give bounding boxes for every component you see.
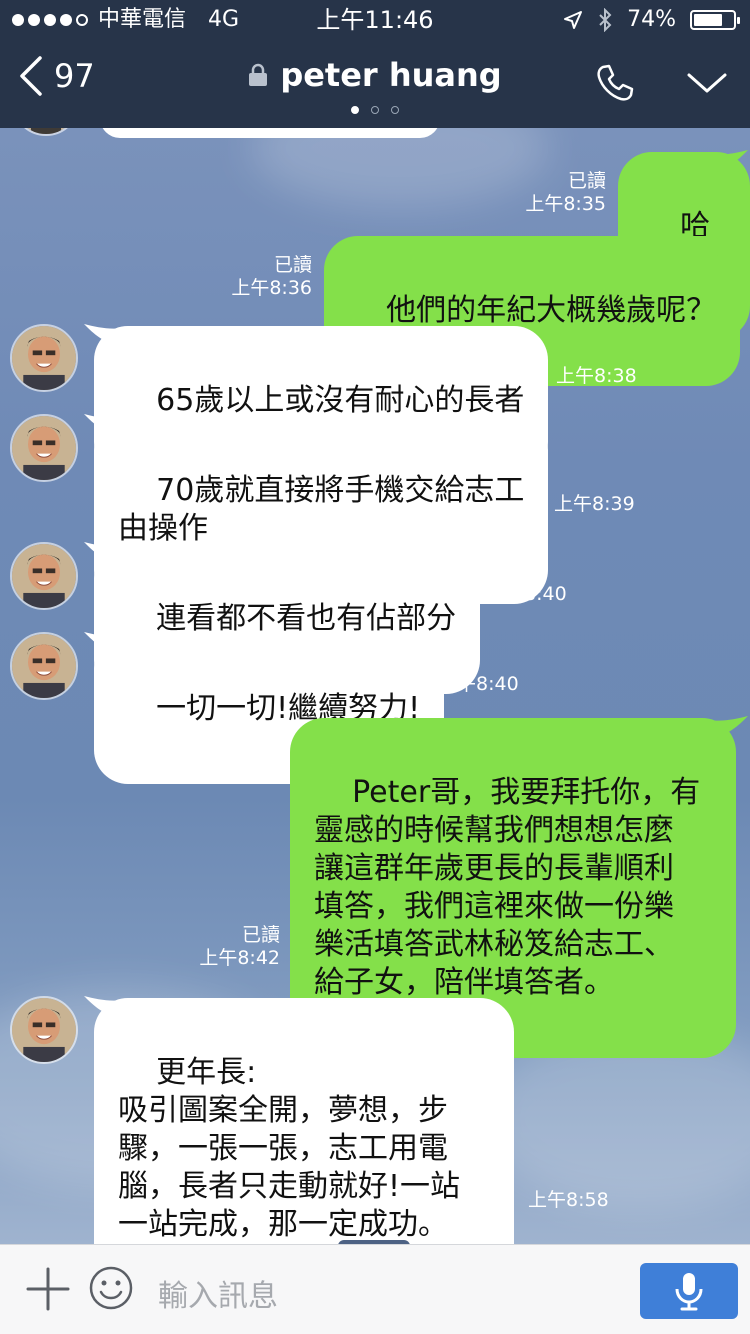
- status-bar: 中華電信 4G 上午11:46 74%: [0, 0, 750, 40]
- phone-icon[interactable]: [594, 62, 636, 104]
- message-text: 65歲以上或沒有耐心的長者: [156, 383, 525, 418]
- message-time: 上午8:40: [486, 583, 567, 605]
- message-input[interactable]: 輸入訊息: [158, 1271, 278, 1315]
- background-cloud: [250, 128, 550, 208]
- voice-input-button[interactable]: [640, 1263, 738, 1319]
- emoji-icon[interactable]: [88, 1265, 134, 1311]
- contact-name: peter huang: [280, 56, 502, 94]
- message-meta: 已讀 上午8:36: [226, 254, 312, 300]
- message-text: 70歲就直接將手機交給志工 由操作: [118, 473, 525, 546]
- chat-area[interactable]: 已讀 上午8:35 哈哈 已讀 上午8:36 他們的年紀大概幾歲呢？ 65歲以上…: [0, 128, 750, 1244]
- battery-percent: 74%: [627, 7, 676, 32]
- message-text: 他們的年紀大概幾歲呢？: [386, 293, 717, 328]
- message-time: 上午8:42: [199, 947, 280, 969]
- message-bubble-partial[interactable]: [100, 128, 440, 138]
- avatar[interactable]: [10, 632, 78, 700]
- status-right: 74%: [563, 0, 740, 40]
- message-time: 上午8:58: [528, 1189, 609, 1211]
- bluetooth-icon: [599, 8, 612, 32]
- message-text: 更年長: 吸引圖案全開，夢想，步 驟，一張一張，志工用電 腦，長者只走動就好!一…: [118, 1055, 461, 1242]
- message-time: 上午8:35: [525, 193, 606, 215]
- lock-icon: [249, 63, 268, 86]
- message-time: 上午8:40: [438, 673, 519, 695]
- message-meta: 已讀 上午8:42: [194, 924, 280, 970]
- chat-header: 97 peter huang: [0, 40, 750, 128]
- avatar[interactable]: [10, 414, 78, 482]
- message-text: Peter哥，我要拜托你，有 靈感的時候幫我們想想怎麼 讓這群年歲更長的長輩順利…: [314, 775, 701, 1000]
- bubble-tail: [710, 716, 748, 738]
- chevron-down-icon[interactable]: [686, 62, 728, 104]
- page-dot: [391, 106, 399, 114]
- message-time: 上午8:39: [554, 493, 635, 515]
- plus-icon[interactable]: [24, 1265, 72, 1313]
- message-input-bar: 輸入訊息: [0, 1244, 750, 1334]
- avatar[interactable]: [10, 542, 78, 610]
- battery-icon: [690, 10, 740, 30]
- page-dot: [371, 106, 379, 114]
- bubble-tail: [710, 234, 748, 256]
- message-time: 上午8:36: [231, 277, 312, 299]
- avatar[interactable]: [10, 996, 78, 1064]
- battery-fill: [694, 14, 723, 26]
- top-bar: 中華電信 4G 上午11:46 74% 97 peter huang: [0, 0, 750, 128]
- page-indicator: [0, 106, 750, 114]
- read-receipt: 已讀: [567, 170, 606, 192]
- read-receipt: 已讀: [273, 254, 312, 276]
- message-time: 上午8:38: [556, 365, 637, 387]
- page-dot: [351, 106, 359, 114]
- read-receipt: 已讀: [241, 924, 280, 946]
- avatar[interactable]: [12, 128, 80, 136]
- header-actions: [594, 62, 728, 104]
- microphone-icon: [675, 1273, 703, 1311]
- bubble-tail: [710, 150, 748, 172]
- message-meta: 已讀 上午8:35: [520, 170, 606, 216]
- message-text: 連看都不看也有佔部分: [156, 601, 457, 636]
- message-bubble-incoming[interactable]: 更年長: 吸引圖案全開，夢想，步 驟，一張一張，志工用電 腦，長者只走動就好!一…: [94, 998, 514, 1244]
- location-icon: [564, 11, 583, 29]
- avatar[interactable]: [10, 324, 78, 392]
